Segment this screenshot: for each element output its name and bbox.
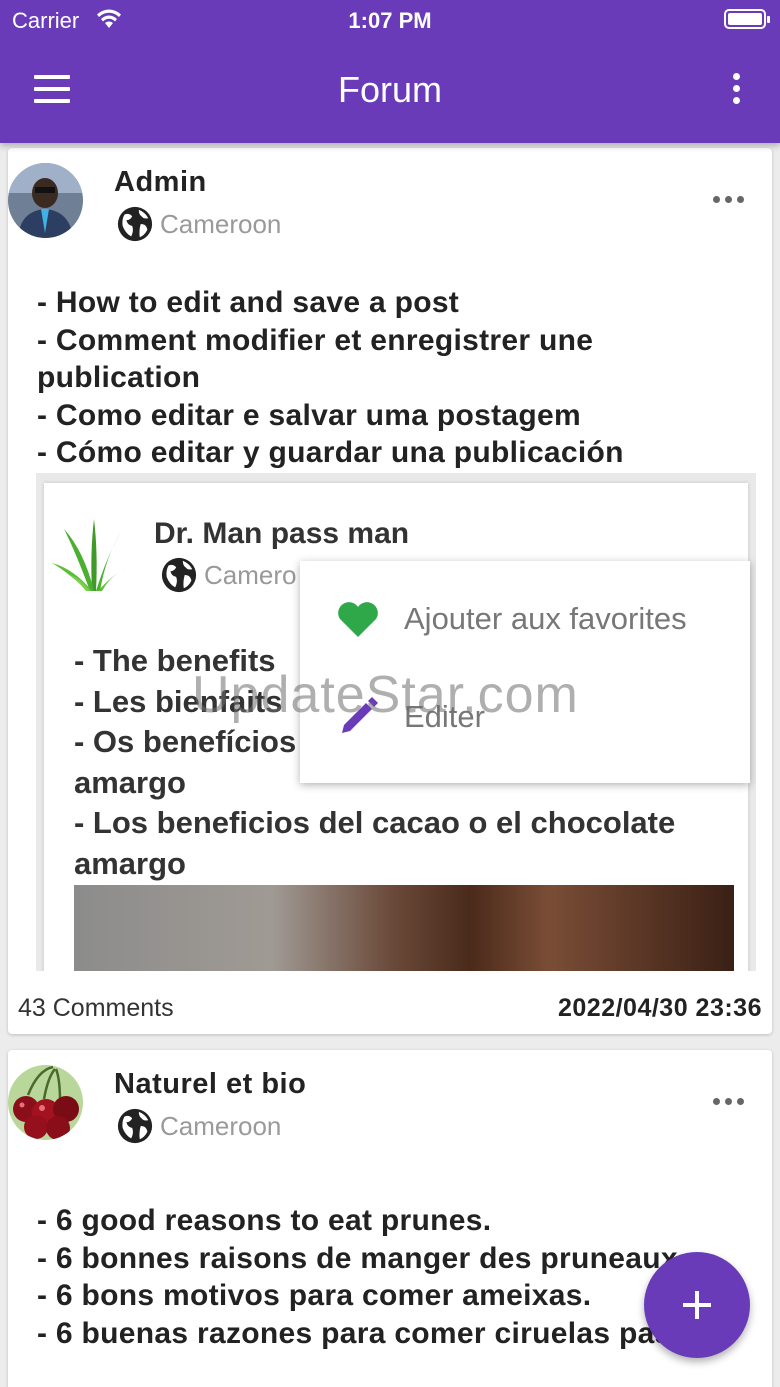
more-horizontal-icon[interactable]	[713, 196, 744, 203]
globe-icon	[161, 557, 197, 593]
add-post-button[interactable]	[644, 1252, 750, 1358]
aloe-plant-image	[52, 519, 132, 591]
location-label: Cameroon	[160, 208, 282, 239]
post-body[interactable]: - How to edit and save a post - Comment …	[37, 284, 757, 472]
more-horizontal-icon[interactable]	[713, 1098, 744, 1105]
post-author[interactable]: Admin	[114, 166, 207, 199]
post-date: 2022/04/30 23:36	[557, 994, 762, 1022]
page-title: Forum	[337, 69, 442, 110]
post-location: Cameroon	[116, 204, 281, 244]
heart-icon	[338, 602, 378, 637]
battery-icon	[724, 9, 770, 29]
watermark: UpdateStar.com	[192, 666, 579, 724]
menu-item-favorite: Ajouter aux favorites	[336, 599, 687, 639]
embedded-location-label: Camero	[204, 559, 297, 590]
chocolate-image	[74, 885, 734, 971]
app-bar: Forum	[0, 45, 780, 143]
clock: 1:07 PM	[348, 8, 432, 33]
globe-icon	[117, 1108, 153, 1144]
more-vertical-icon[interactable]	[730, 73, 742, 109]
post-line: - Como editar e salvar uma postagem	[37, 398, 581, 432]
embedded-post-card: Dr. Man pass man Camero - The benefits -…	[44, 483, 750, 971]
avatar[interactable]	[8, 163, 83, 238]
location-label: Cameroon	[160, 1110, 282, 1141]
embedded-location: Camero	[160, 556, 296, 594]
post-line: - Cómo editar y guardar una publicación	[37, 436, 624, 469]
forum-post-card[interactable]: Admin Cameroon - How to edit and save a …	[8, 148, 772, 1034]
post-line: - Comment modifier et enregistrer une pu…	[37, 323, 594, 395]
top-app-bar: Carrier 1:07 PM Forum	[0, 0, 780, 143]
post-line: - 6 good reasons to eat prunes.	[37, 1204, 492, 1237]
post-author[interactable]: Naturel et bio	[114, 1068, 306, 1101]
post-image[interactable]: Dr. Man pass man Camero - The benefits -…	[36, 473, 756, 971]
status-bar: Carrier 1:07 PM	[0, 0, 780, 40]
embedded-line: - Los beneficios del cacao o el chocolat…	[74, 805, 676, 881]
menu-item-favorite-label: Ajouter aux favorites	[404, 601, 687, 636]
avatar[interactable]	[8, 1065, 83, 1140]
post-location: Cameroon	[116, 1106, 281, 1146]
globe-icon	[117, 206, 153, 242]
post-line: - How to edit and save a post	[37, 286, 460, 319]
embedded-author: Dr. Man pass man	[154, 517, 410, 550]
comments-count[interactable]: 43 Comments	[18, 994, 174, 1023]
